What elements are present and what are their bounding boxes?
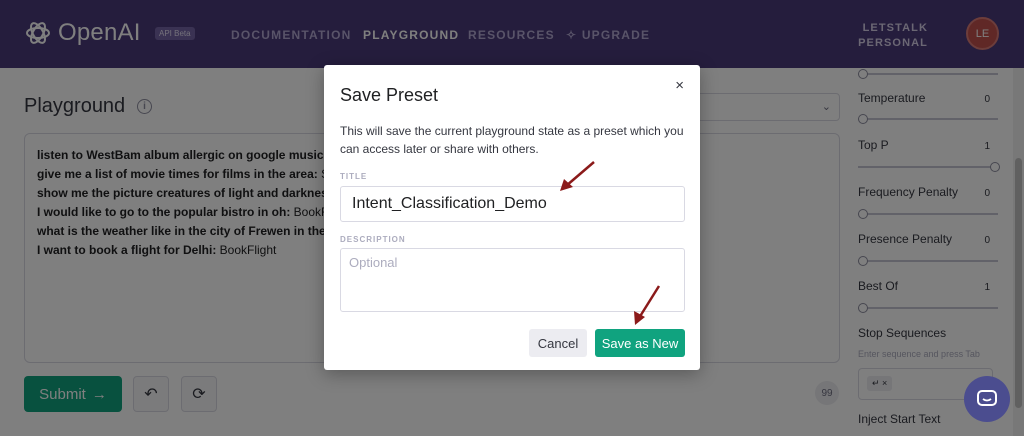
dialog-title: Save Preset xyxy=(340,85,439,105)
save-preset-dialog: Save Preset × This will save the current… xyxy=(324,65,700,370)
close-icon[interactable]: × xyxy=(675,77,684,94)
help-chat-button[interactable] xyxy=(964,376,1010,422)
save-as-new-button[interactable]: Save as New xyxy=(595,329,685,357)
annotation-arrow-icon xyxy=(634,285,661,325)
title-input[interactable]: Intent_Classification_Demo xyxy=(340,186,685,222)
description-field-label: DESCRIPTION xyxy=(340,235,406,244)
cancel-button[interactable]: Cancel xyxy=(529,329,587,357)
title-field-label: TITLE xyxy=(340,172,368,181)
chat-icon xyxy=(977,390,997,406)
dialog-description: This will save the current playground st… xyxy=(340,124,684,156)
annotation-arrow-icon xyxy=(560,161,595,191)
